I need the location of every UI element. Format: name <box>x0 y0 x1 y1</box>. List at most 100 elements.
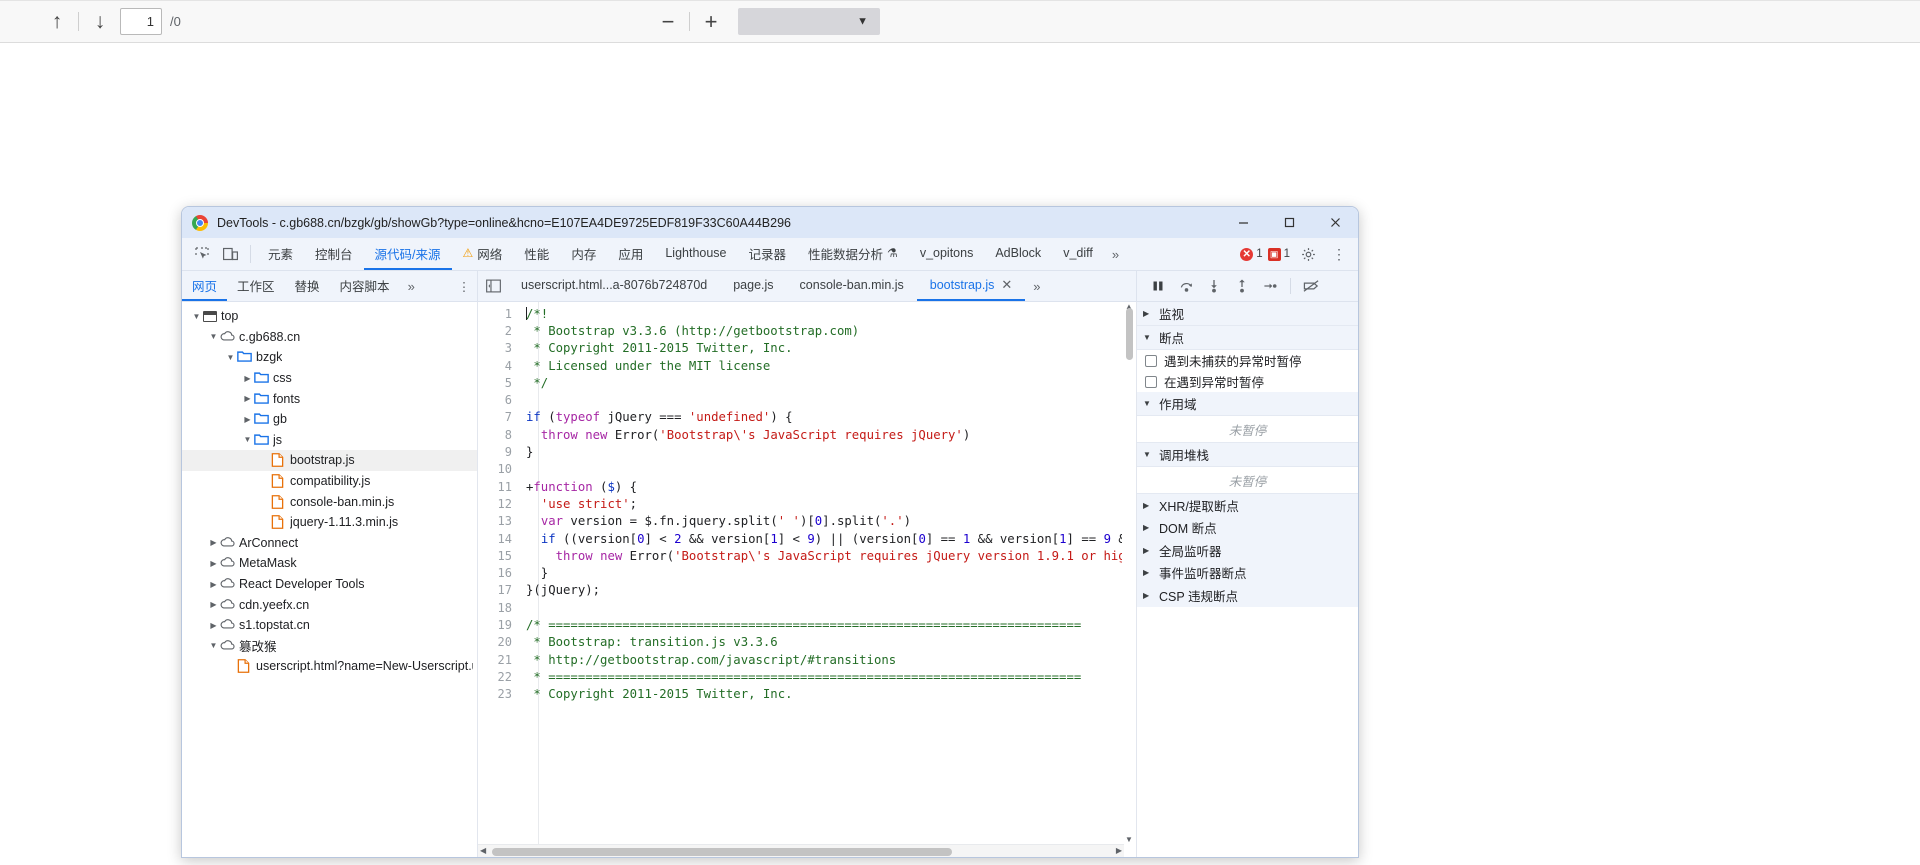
tab-性能数据分析[interactable]: 性能数据分析 ⚗ <box>797 238 909 270</box>
tree-item-top[interactable]: ▼ top <box>182 306 477 327</box>
chevron-right-icon[interactable]: ▶ <box>241 415 254 424</box>
tree-item-js[interactable]: ▼ js <box>182 430 477 451</box>
chevron-right-icon[interactable]: ▶ <box>207 559 220 568</box>
subtab-工作区[interactable]: 工作区 <box>227 271 285 301</box>
line-number[interactable]: 16 <box>478 566 526 580</box>
line-number[interactable]: 18 <box>478 601 526 615</box>
tree-item-compatibility.js[interactable]: compatibility.js <box>182 471 477 492</box>
gear-icon[interactable] <box>1295 241 1321 267</box>
horizontal-scroll-thumb[interactable] <box>492 848 952 856</box>
chevron-down-icon[interactable]: ▼ <box>207 641 220 650</box>
line-number[interactable]: 2 <box>478 324 526 338</box>
error-count-badge[interactable]: ✕ 1 <box>1240 247 1263 261</box>
line-number[interactable]: 11 <box>478 480 526 494</box>
step-over-button[interactable] <box>1173 273 1199 299</box>
file-navigator-tree[interactable]: ▼ top ▼ c.gb688.cn ▼ bzgk ▶ css ▶ fonts ▶ gb ▼ js boot… <box>182 302 478 857</box>
line-number[interactable]: 13 <box>478 514 526 528</box>
tab-源代码/来源[interactable]: 源代码/来源 <box>363 238 452 270</box>
line-number[interactable]: 10 <box>478 462 526 476</box>
page-number-input[interactable] <box>120 8 162 35</box>
file-tab-userscript.html...a-8076b724870d[interactable]: userscript.html...a-8076b724870d <box>508 271 720 301</box>
previous-page-button[interactable]: ↑ <box>42 7 72 37</box>
deactivate-breakpoints-button[interactable] <box>1298 273 1324 299</box>
debugger-section-全局监听器[interactable]: ▶ 全局监听器 <box>1137 539 1358 562</box>
show-navigator-icon[interactable] <box>478 271 508 301</box>
line-number[interactable]: 7 <box>478 410 526 424</box>
tree-item-cdn.yeefx.cn[interactable]: ▶ cdn.yeefx.cn <box>182 594 477 615</box>
step-out-button[interactable] <box>1229 273 1255 299</box>
pause-exceptions-checkbox[interactable] <box>1145 375 1157 388</box>
chevron-down-icon[interactable]: ▼ <box>207 332 220 341</box>
zoom-in-button[interactable]: + <box>696 7 726 37</box>
line-number[interactable]: 23 <box>478 687 526 701</box>
chevron-right-icon[interactable]: ▶ <box>241 374 254 383</box>
line-number[interactable]: 6 <box>478 393 526 407</box>
chevron-right-icon[interactable]: ▶ <box>241 394 254 403</box>
destination-select[interactable]: ▼ <box>738 8 880 35</box>
step-button[interactable] <box>1257 273 1283 299</box>
tree-item-s1.topstat.cn[interactable]: ▶ s1.topstat.cn <box>182 615 477 636</box>
tree-item-篡改猴[interactable]: ▼ 篡改猴 <box>182 636 477 657</box>
callstack-section-header[interactable]: ▼ 调用堆栈 <box>1137 443 1358 467</box>
chevron-right-icon[interactable]: ▶ <box>207 538 220 547</box>
device-toolbar-icon[interactable] <box>216 238 244 270</box>
tree-item-bzgk[interactable]: ▼ bzgk <box>182 347 477 368</box>
vertical-scroll-thumb[interactable] <box>1126 308 1133 360</box>
file-tab-bootstrap.js[interactable]: bootstrap.js ✕ <box>916 271 1026 301</box>
close-button[interactable] <box>1312 207 1358 238</box>
chevron-down-icon[interactable]: ▼ <box>241 435 254 444</box>
chevron-right-icon[interactable]: ▶ <box>207 621 220 630</box>
subtab-内容脚本[interactable]: 内容脚本 <box>330 271 400 301</box>
tree-item-MetaMask[interactable]: ▶ MetaMask <box>182 553 477 574</box>
line-number[interactable]: 20 <box>478 635 526 649</box>
code-editor[interactable]: 1/*! 2 * Bootstrap v3.3.6 (http://getboot… <box>478 302 1136 857</box>
tab-性能[interactable]: 性能 <box>513 238 560 270</box>
debugger-section-XHR/提取断点[interactable]: ▶ XHR/提取断点 <box>1137 494 1358 517</box>
chevron-right-icon[interactable]: ▶ <box>207 600 220 609</box>
tree-item-bootstrap.js[interactable]: bootstrap.js <box>182 450 477 471</box>
debugger-section-DOM 断点[interactable]: ▶ DOM 断点 <box>1137 516 1358 539</box>
zoom-out-button[interactable]: − <box>653 7 683 37</box>
tree-item-c.gb688.cn[interactable]: ▼ c.gb688.cn <box>182 327 477 348</box>
navigator-overflow-button[interactable]: » <box>400 271 423 301</box>
close-icon[interactable]: ✕ <box>1001 277 1012 293</box>
tree-item-jquery-1.11.3.min.js[interactable]: jquery-1.11.3.min.js <box>182 512 477 533</box>
editor-vertical-scrollbar[interactable]: ▲ ▼ <box>1124 302 1135 844</box>
tree-item-gb[interactable]: ▶ gb <box>182 409 477 430</box>
watch-section-header[interactable]: ▶ 监视 <box>1137 302 1358 326</box>
file-tab-console-ban.min.js[interactable]: console-ban.min.js <box>787 271 917 301</box>
tree-item-console-ban.min.js[interactable]: console-ban.min.js <box>182 491 477 512</box>
step-into-button[interactable] <box>1201 273 1227 299</box>
main-tabs-overflow-button[interactable]: » <box>1104 238 1127 270</box>
code-content[interactable]: 1/*! 2 * Bootstrap v3.3.6 (http://getboot… <box>478 302 1122 844</box>
scroll-down-arrow-icon[interactable]: ▼ <box>1125 835 1133 844</box>
tree-item-ArConnect[interactable]: ▶ ArConnect <box>182 533 477 554</box>
subtab-替换[interactable]: 替换 <box>285 271 330 301</box>
line-number[interactable]: 14 <box>478 532 526 546</box>
line-number[interactable]: 4 <box>478 359 526 373</box>
inspect-element-icon[interactable] <box>188 238 216 270</box>
tab-Lighthouse[interactable]: Lighthouse <box>654 238 737 270</box>
line-number[interactable]: 19 <box>478 618 526 632</box>
editor-horizontal-scrollbar[interactable]: ◀ ▶ <box>478 844 1124 857</box>
tab-记录器[interactable]: 记录器 <box>738 238 798 270</box>
line-number[interactable]: 5 <box>478 376 526 390</box>
subtab-网页[interactable]: 网页 <box>182 271 228 301</box>
line-number[interactable]: 21 <box>478 653 526 667</box>
tree-item-css[interactable]: ▶ css <box>182 368 477 389</box>
pause-exceptions-row[interactable]: 在遇到异常时暂停 <box>1137 371 1358 392</box>
debugger-section-CSP 违规断点[interactable]: ▶ CSP 违规断点 <box>1137 584 1358 607</box>
pause-uncaught-exceptions-checkbox[interactable] <box>1145 354 1157 367</box>
tree-item-fonts[interactable]: ▶ fonts <box>182 388 477 409</box>
breakpoints-section-header[interactable]: ▼ 断点 <box>1137 326 1358 350</box>
line-number[interactable]: 1 <box>478 307 526 321</box>
maximize-button[interactable] <box>1266 207 1312 238</box>
line-number[interactable]: 17 <box>478 583 526 597</box>
tab-AdBlock[interactable]: AdBlock <box>984 238 1052 270</box>
scroll-left-arrow-icon[interactable]: ◀ <box>480 846 486 855</box>
tree-item-userscript.html?name=New-Userscript.u[interactable]: userscript.html?name=New-Userscript.u <box>182 656 477 677</box>
scope-section-header[interactable]: ▼ 作用域 <box>1137 392 1358 416</box>
tab-v_diff[interactable]: v_diff <box>1052 238 1104 270</box>
warning-count-badge[interactable]: ▣ 1 <box>1267 247 1290 261</box>
line-number[interactable]: 8 <box>478 428 526 442</box>
